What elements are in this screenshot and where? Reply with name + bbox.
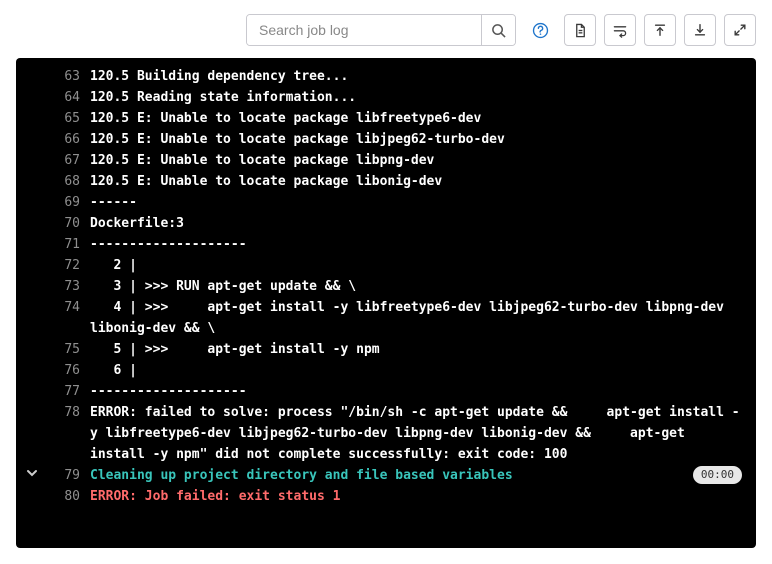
line-number[interactable]: 73 bbox=[48, 276, 90, 297]
wrap-icon bbox=[612, 22, 628, 38]
arrow-up-to-line-icon bbox=[653, 23, 667, 37]
log-line: 79Cleaning up project directory and file… bbox=[16, 465, 756, 486]
log-line-content: 2 | bbox=[90, 255, 746, 276]
line-number[interactable]: 67 bbox=[48, 150, 90, 171]
log-line-gutter bbox=[16, 66, 48, 68]
log-line: 65120.5 E: Unable to locate package libf… bbox=[16, 108, 756, 129]
log-line: 74 4 | >>> apt-get install -y libfreetyp… bbox=[16, 297, 756, 339]
line-number[interactable]: 64 bbox=[48, 87, 90, 108]
log-line-gutter bbox=[16, 150, 48, 152]
scroll-top-button[interactable] bbox=[644, 14, 676, 46]
line-number[interactable]: 65 bbox=[48, 108, 90, 129]
log-line: 67120.5 E: Unable to locate package libp… bbox=[16, 150, 756, 171]
log-line-content: -------------------- bbox=[90, 234, 746, 255]
log-line: 63120.5 Building dependency tree... bbox=[16, 66, 756, 87]
log-line: 72 2 | bbox=[16, 255, 756, 276]
log-line-gutter bbox=[16, 129, 48, 131]
log-line-content: 120.5 Building dependency tree... bbox=[90, 66, 746, 87]
log-line-content: ERROR: failed to solve: process "/bin/sh… bbox=[90, 402, 746, 465]
log-line-content: ERROR: Job failed: exit status 1 bbox=[90, 486, 746, 507]
line-number[interactable]: 74 bbox=[48, 297, 90, 318]
log-line-content: 120.5 E: Unable to locate package libfre… bbox=[90, 108, 746, 129]
scroll-bottom-button[interactable] bbox=[684, 14, 716, 46]
log-line-gutter bbox=[16, 297, 48, 299]
log-line-gutter bbox=[16, 339, 48, 341]
log-line: 70Dockerfile:3 bbox=[16, 213, 756, 234]
log-line-gutter bbox=[16, 192, 48, 194]
log-line-gutter bbox=[16, 234, 48, 236]
line-number[interactable]: 66 bbox=[48, 129, 90, 150]
search-icon bbox=[491, 23, 506, 38]
expand-icon bbox=[733, 23, 747, 37]
line-number[interactable]: 63 bbox=[48, 66, 90, 87]
log-line-gutter[interactable] bbox=[16, 465, 48, 479]
log-line-content: 120.5 E: Unable to locate package liboni… bbox=[90, 171, 746, 192]
log-line-gutter bbox=[16, 486, 48, 488]
search-button[interactable] bbox=[481, 15, 515, 45]
raw-log-button[interactable] bbox=[564, 14, 596, 46]
log-line-gutter bbox=[16, 255, 48, 257]
line-number[interactable]: 76 bbox=[48, 360, 90, 381]
log-line: 80ERROR: Job failed: exit status 1 bbox=[16, 486, 756, 507]
log-line: 71-------------------- bbox=[16, 234, 756, 255]
document-icon bbox=[573, 23, 588, 38]
line-number[interactable]: 79 bbox=[48, 465, 90, 486]
log-line-gutter bbox=[16, 276, 48, 278]
log-line-content: -------------------- bbox=[90, 381, 746, 402]
log-line: 77-------------------- bbox=[16, 381, 756, 402]
line-number[interactable]: 72 bbox=[48, 255, 90, 276]
line-number[interactable]: 75 bbox=[48, 339, 90, 360]
log-line: 75 5 | >>> apt-get install -y npm bbox=[16, 339, 756, 360]
log-line: 76 6 | bbox=[16, 360, 756, 381]
search-group bbox=[246, 14, 516, 46]
log-line-gutter bbox=[16, 213, 48, 215]
log-line-content: ------ bbox=[90, 192, 746, 213]
help-icon bbox=[532, 22, 549, 39]
log-line-gutter bbox=[16, 360, 48, 362]
line-number[interactable]: 78 bbox=[48, 402, 90, 423]
log-line-gutter bbox=[16, 87, 48, 89]
log-line-content: 120.5 E: Unable to locate package libpng… bbox=[90, 150, 746, 171]
log-line: 68120.5 E: Unable to locate package libo… bbox=[16, 171, 756, 192]
line-number[interactable]: 70 bbox=[48, 213, 90, 234]
fullscreen-button[interactable] bbox=[724, 14, 756, 46]
log-line-gutter bbox=[16, 171, 48, 173]
log-line-gutter bbox=[16, 402, 48, 404]
log-line: 78ERROR: failed to solve: process "/bin/… bbox=[16, 402, 756, 465]
log-line-gutter bbox=[16, 381, 48, 383]
log-line-content: 4 | >>> apt-get install -y libfreetype6-… bbox=[90, 297, 746, 339]
line-number[interactable]: 69 bbox=[48, 192, 90, 213]
log-line: 64120.5 Reading state information... bbox=[16, 87, 756, 108]
log-line-content: Dockerfile:3 bbox=[90, 213, 746, 234]
log-line: 73 3 | >>> RUN apt-get update && \ bbox=[16, 276, 756, 297]
log-line: 69------ bbox=[16, 192, 756, 213]
log-line-gutter bbox=[16, 108, 48, 110]
chevron-down-icon bbox=[26, 467, 38, 479]
log-line-content: 120.5 Reading state information... bbox=[90, 87, 746, 108]
section-duration-badge: 00:00 bbox=[693, 466, 742, 484]
line-number[interactable]: 77 bbox=[48, 381, 90, 402]
search-input[interactable] bbox=[247, 15, 481, 45]
log-toolbar bbox=[16, 14, 756, 46]
arrow-down-to-line-icon bbox=[693, 23, 707, 37]
line-number[interactable]: 68 bbox=[48, 171, 90, 192]
help-button[interactable] bbox=[524, 14, 556, 46]
log-line-content: 6 | bbox=[90, 360, 746, 381]
log-line-content: 3 | >>> RUN apt-get update && \ bbox=[90, 276, 746, 297]
log-line: 66120.5 E: Unable to locate package libj… bbox=[16, 129, 756, 150]
job-log-panel: 63120.5 Building dependency tree...64120… bbox=[16, 58, 756, 548]
log-line-content: Cleaning up project directory and file b… bbox=[90, 465, 746, 486]
log-line-content: 5 | >>> apt-get install -y npm bbox=[90, 339, 746, 360]
wrap-lines-button[interactable] bbox=[604, 14, 636, 46]
line-number[interactable]: 71 bbox=[48, 234, 90, 255]
line-number[interactable]: 80 bbox=[48, 486, 90, 507]
log-line-content: 120.5 E: Unable to locate package libjpe… bbox=[90, 129, 746, 150]
